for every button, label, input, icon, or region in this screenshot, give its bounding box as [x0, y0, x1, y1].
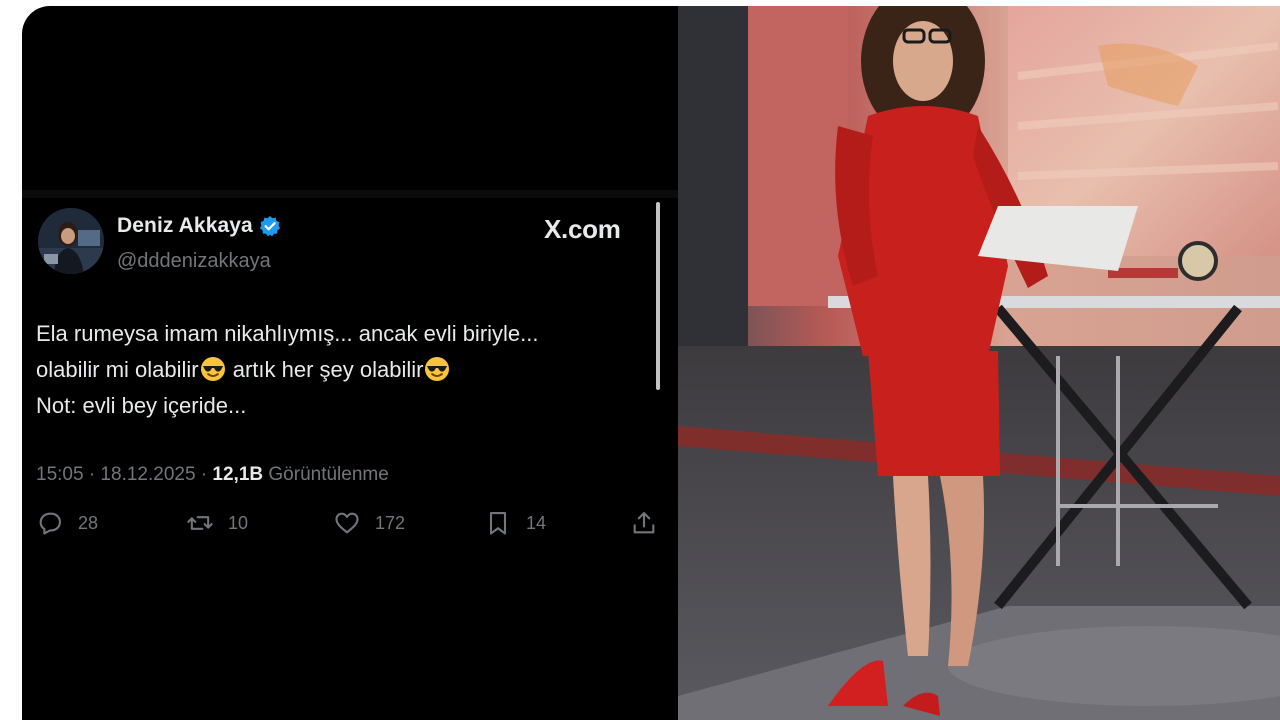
- share-icon: [633, 512, 655, 534]
- tweet-meta: 15:05 · 18.12.2025 · 12,1B Görüntülenme: [36, 464, 389, 486]
- sunglasses-emoji-icon: [424, 356, 450, 382]
- tweet-card: Deniz Akkaya @dddenizakkaya X.com Ela ru…: [22, 6, 678, 720]
- tweet-line-2-start: olabilir mi olabilir: [36, 357, 199, 382]
- scrollbar[interactable]: [656, 202, 660, 390]
- heart-icon: [335, 512, 359, 534]
- reply-count: 28: [78, 512, 99, 533]
- repost-button[interactable]: 10: [186, 509, 248, 537]
- verified-badge-icon: [259, 215, 281, 237]
- tweet-line-2: olabilir mi olabilir artık her şey olabi…: [36, 352, 539, 388]
- bookmark-icon: [489, 512, 507, 535]
- source-label: X.com: [544, 214, 621, 244]
- timestamp[interactable]: 15:05 · 18.12.2025 ·: [36, 464, 212, 485]
- screenshot-collage: Deniz Akkaya @dddenizakkaya X.com Ela ru…: [0, 0, 1280, 720]
- tweet-line-2-end: artık her şey olabilir: [226, 357, 424, 382]
- reply-icon: [39, 512, 61, 535]
- tweet-line-1: Ela rumeysa imam nikahlıymış... ancak ev…: [36, 321, 539, 346]
- views-label: Görüntülenme: [263, 464, 389, 485]
- bookmark-button[interactable]: 14: [484, 509, 546, 537]
- repost-count: 10: [228, 512, 249, 533]
- reply-button[interactable]: 28: [36, 509, 98, 537]
- author-name-row[interactable]: Deniz Akkaya: [117, 214, 281, 238]
- handle[interactable]: @dddenizakkaya: [117, 250, 271, 273]
- like-count: 172: [375, 512, 406, 533]
- studio-photo: [678, 6, 1280, 720]
- tweet-line-3: Not: evli bey içeride...: [36, 393, 247, 418]
- avatar-photo: [38, 208, 104, 274]
- display-name[interactable]: Deniz Akkaya: [117, 214, 253, 238]
- views-count: 12,1B: [212, 464, 264, 485]
- like-button[interactable]: 172: [333, 509, 405, 537]
- share-button[interactable]: [630, 509, 658, 537]
- tweet-actions: 28 10 172 14: [36, 509, 655, 547]
- bookmark-count: 14: [526, 512, 547, 533]
- tweet-text: Ela rumeysa imam nikahlıymış... ancak ev…: [36, 316, 539, 424]
- divider: [22, 190, 678, 198]
- news-studio-illustration: [678, 6, 1280, 720]
- sunglasses-emoji-icon: [200, 356, 226, 382]
- repost-icon: [187, 516, 213, 530]
- avatar[interactable]: [38, 208, 104, 274]
